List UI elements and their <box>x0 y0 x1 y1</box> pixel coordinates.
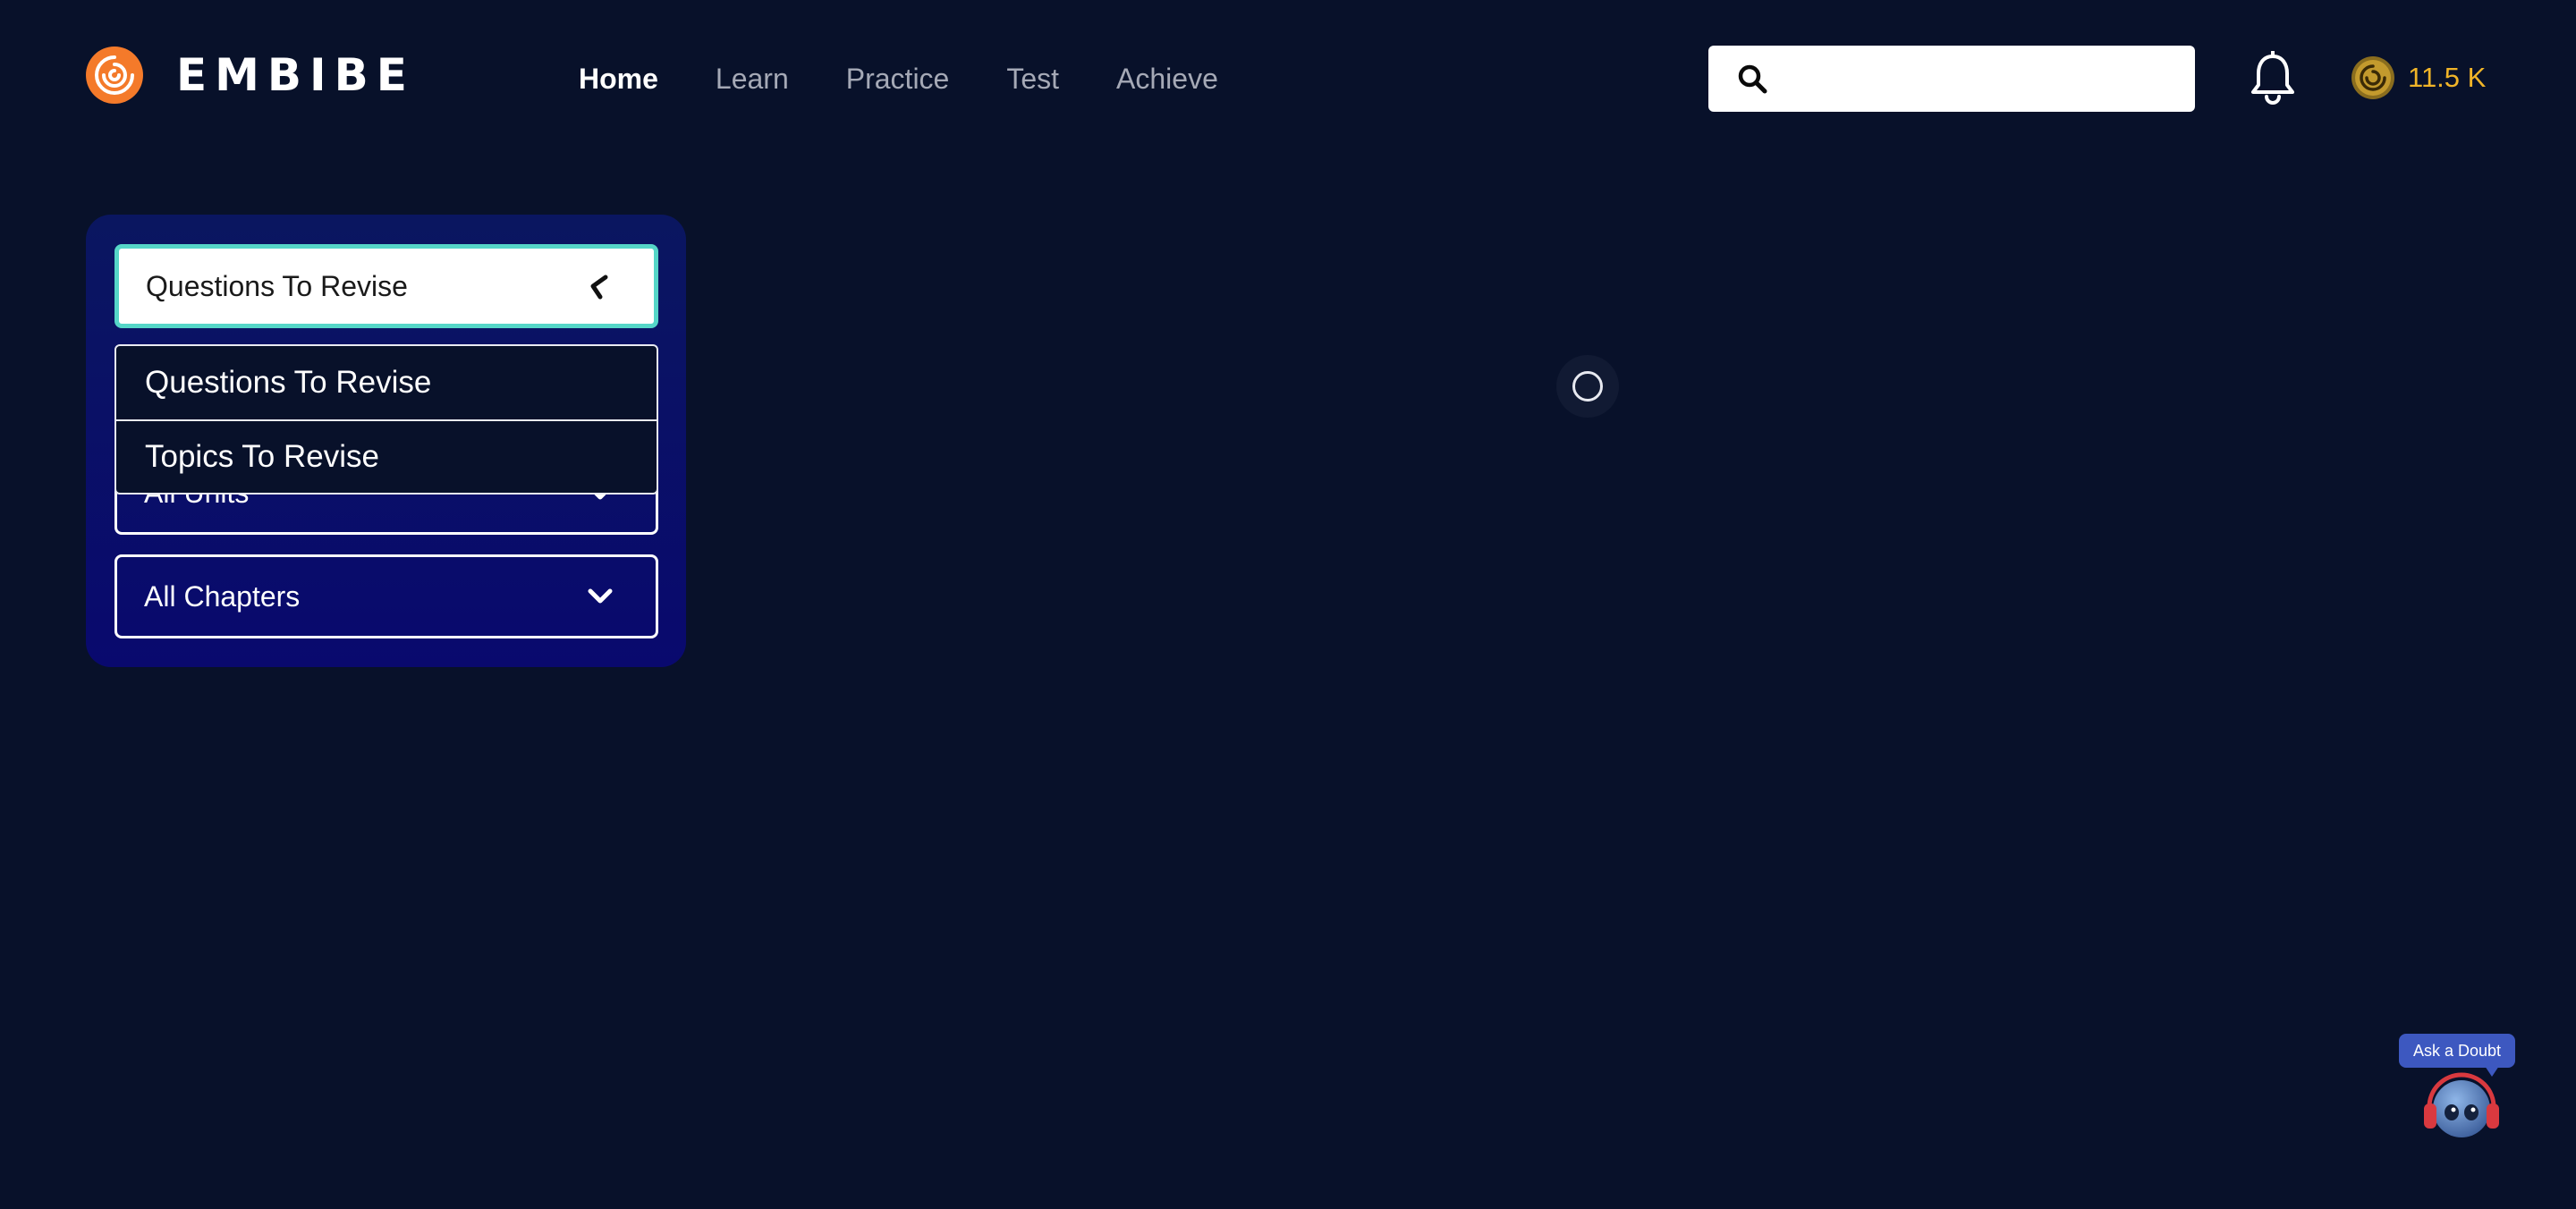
top-header: EMBIBE Home Learn Practice Test Achieve … <box>0 0 2576 157</box>
coin-balance[interactable]: 11.5 K <box>2351 55 2486 100</box>
search-bar[interactable] <box>1708 46 2195 112</box>
chevron-left-icon <box>590 275 608 300</box>
bell-icon[interactable] <box>2249 51 2297 106</box>
chapters-selected: All Chapters <box>144 579 301 613</box>
nav-learn[interactable]: Learn <box>716 59 789 98</box>
revise-type-selected: Questions To Revise <box>146 269 408 302</box>
revise-type-select[interactable]: Questions To Revise <box>114 244 658 328</box>
option-questions-to-revise[interactable]: Questions To Revise <box>116 346 657 419</box>
coin-count: 11.5 K <box>2408 62 2487 93</box>
option-topics-to-revise[interactable]: Topics To Revise <box>116 419 657 493</box>
ask-doubt-button[interactable]: Ask a Doubt <box>2399 1034 2517 1141</box>
loading-spinner-icon <box>1556 355 1619 418</box>
revision-filter-panel: Questions To Revise All Units All Chapte… <box>86 215 686 667</box>
spinner-ring <box>1572 371 1603 402</box>
embibe-coin-icon <box>2351 56 2394 99</box>
chapters-select[interactable]: All Chapters <box>114 554 658 638</box>
nav-test[interactable]: Test <box>1006 59 1059 98</box>
nav-achieve[interactable]: Achieve <box>1116 59 1218 98</box>
main-nav: Home Learn Practice Test Achieve <box>579 59 1218 98</box>
robot-avatar-icon <box>2424 1072 2499 1137</box>
ask-doubt-label: Ask a Doubt <box>2399 1034 2515 1077</box>
nav-home[interactable]: Home <box>579 59 658 98</box>
brand-logo[interactable]: EMBIBE <box>85 46 415 105</box>
revise-type-dropdown-menu: Questions To Revise Topics To Revise <box>114 344 658 495</box>
nav-practice[interactable]: Practice <box>846 59 950 98</box>
embibe-swirl-icon <box>86 46 143 104</box>
brand-name: EMBIBE <box>176 49 415 101</box>
search-icon <box>1738 64 1767 94</box>
search-input[interactable] <box>1782 46 2195 112</box>
chevron-down-icon <box>588 588 613 604</box>
